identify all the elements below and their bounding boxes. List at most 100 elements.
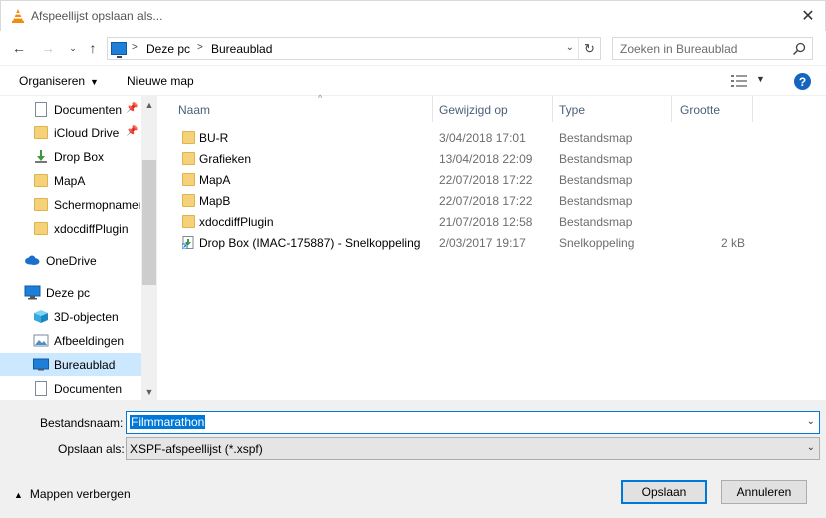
folder-icon bbox=[34, 126, 48, 139]
column-header-label: Grootte bbox=[680, 103, 721, 117]
nav-item-schermopnamen[interactable]: Schermopnamen bbox=[0, 193, 141, 216]
nav-item-drop-box[interactable]: Drop Box bbox=[0, 145, 141, 168]
desktop-icon bbox=[33, 358, 49, 371]
file-type: Bestandsmap bbox=[559, 215, 633, 229]
scrollbar-thumb[interactable] bbox=[142, 160, 156, 285]
pictures-icon bbox=[33, 334, 49, 347]
shortcut-icon bbox=[182, 236, 194, 249]
nav-item-label: Documenten bbox=[54, 103, 123, 117]
nav-item-xdocdiffplugin[interactable]: xdocdiffPlugin bbox=[0, 217, 141, 240]
nav-item-label: xdocdiffPlugin bbox=[54, 222, 129, 236]
column-header-size[interactable]: Grootte bbox=[680, 96, 752, 122]
breadcrumb-desktop[interactable]: Bureaublad bbox=[211, 42, 272, 56]
nav-item-this-pc[interactable]: Deze pc bbox=[0, 281, 141, 304]
column-header-modified[interactable]: Gewijzigd op bbox=[439, 96, 552, 122]
folder-icon bbox=[182, 152, 195, 165]
save-button[interactable]: Opslaan bbox=[621, 480, 707, 504]
nav-item-documents-quick[interactable]: Documenten 📌 bbox=[0, 98, 141, 121]
savetype-label: Opslaan als: bbox=[58, 442, 125, 456]
file-modified: 22/07/2018 17:22 bbox=[439, 194, 533, 208]
nav-scrollbar[interactable]: ▲ ▼ bbox=[141, 96, 157, 400]
filename-input[interactable]: Filmmarathon ⌄ bbox=[126, 411, 820, 434]
file-modified: 21/07/2018 12:58 bbox=[439, 215, 533, 229]
file-name: Grafieken bbox=[199, 152, 252, 166]
refresh-button[interactable]: ↻ bbox=[578, 38, 600, 59]
table-row[interactable]: MapB 22/07/2018 17:22 Bestandsmap bbox=[174, 191, 774, 212]
file-name: MapA bbox=[199, 173, 231, 187]
nav-item-label: Documenten bbox=[54, 382, 123, 396]
arrow-up-icon: ↑ bbox=[89, 40, 97, 56]
recent-locations-button[interactable]: ⌄ bbox=[64, 39, 82, 57]
hide-folders-toggle[interactable]: ▲ Mappen verbergen bbox=[14, 487, 131, 501]
column-header-label: Gewijzigd op bbox=[439, 103, 508, 117]
file-type: Bestandsmap bbox=[559, 173, 633, 187]
file-modified: 3/04/2018 17:01 bbox=[439, 131, 526, 145]
folder-icon bbox=[182, 215, 195, 228]
table-row[interactable]: Grafieken 13/04/2018 22:09 Bestandsmap bbox=[174, 149, 774, 170]
pc-icon bbox=[24, 285, 41, 300]
column-header-name[interactable]: ^ Naam bbox=[178, 93, 432, 122]
savetype-select[interactable]: XSPF-afspeellijst (*.xspf) ⌄ bbox=[126, 437, 820, 460]
dropbox-folder-icon bbox=[35, 150, 47, 163]
help-icon[interactable]: ? bbox=[794, 73, 811, 90]
search-icon bbox=[792, 42, 806, 56]
search-input[interactable]: Zoeken in Bureaublad bbox=[612, 37, 813, 60]
column-header-label: Naam bbox=[178, 103, 211, 117]
pin-icon: 📌 bbox=[126, 126, 139, 137]
scroll-up-icon[interactable]: ▲ bbox=[141, 96, 157, 113]
view-options-dropdown[interactable]: ▼ bbox=[756, 74, 765, 84]
chevron-down-icon: ⌄ bbox=[806, 442, 815, 453]
file-name: Drop Box (IMAC-175887) - Snelkoppeling bbox=[199, 236, 421, 250]
nav-item-desktop[interactable]: Bureaublad bbox=[0, 353, 141, 376]
folder-icon bbox=[34, 198, 48, 211]
address-row: ← → ⌄ ↑ > Deze pc > Bureaublad ⌄ ↻ Zoeke… bbox=[0, 31, 826, 65]
arrow-right-icon: → bbox=[41, 40, 55, 56]
nav-item-label: iCloud Drive bbox=[54, 126, 120, 140]
breadcrumb-separator-icon[interactable]: > bbox=[132, 42, 138, 53]
breadcrumb-separator-icon[interactable]: > bbox=[197, 42, 203, 53]
folder-icon bbox=[34, 174, 48, 187]
search-placeholder: Zoeken in Bureaublad bbox=[620, 42, 738, 56]
table-row[interactable]: xdocdiffPlugin 21/07/2018 12:58 Bestands… bbox=[174, 212, 774, 233]
nav-item-label: OneDrive bbox=[46, 254, 97, 268]
column-divider[interactable] bbox=[432, 96, 433, 122]
file-type: Bestandsmap bbox=[559, 194, 633, 208]
table-row[interactable]: MapA 22/07/2018 17:22 Bestandsmap bbox=[174, 170, 774, 191]
nav-item-label: 3D-objecten bbox=[54, 310, 119, 324]
new-folder-button[interactable]: Nieuwe map bbox=[127, 74, 194, 88]
nav-item-onedrive[interactable]: OneDrive bbox=[0, 249, 141, 272]
nav-item-documents[interactable]: Documenten bbox=[0, 377, 141, 400]
column-divider[interactable] bbox=[552, 96, 553, 122]
chevron-up-icon: ▲ bbox=[14, 490, 23, 500]
nav-item-label: Afbeeldingen bbox=[54, 334, 125, 348]
column-header-type[interactable]: Type bbox=[559, 96, 671, 122]
address-history-dropdown[interactable]: ⌄ bbox=[566, 42, 574, 53]
column-divider[interactable] bbox=[671, 96, 672, 122]
chevron-down-icon[interactable]: ⌄ bbox=[807, 416, 815, 427]
column-divider[interactable] bbox=[752, 96, 753, 122]
view-details-icon[interactable] bbox=[731, 75, 747, 87]
pin-icon: 📌 bbox=[126, 103, 139, 114]
table-row[interactable]: Drop Box (IMAC-175887) - Snelkoppeling 2… bbox=[174, 233, 774, 254]
breadcrumb-this-pc[interactable]: Deze pc bbox=[146, 42, 190, 56]
address-bar[interactable]: > Deze pc > Bureaublad ⌄ ↻ bbox=[107, 37, 601, 60]
forward-button[interactable]: → bbox=[39, 39, 57, 57]
file-type: Snelkoppeling bbox=[559, 236, 635, 250]
nav-item-icloud-drive[interactable]: iCloud Drive 📌 bbox=[0, 121, 141, 144]
close-button[interactable]: ✕ bbox=[791, 1, 825, 31]
cancel-button[interactable]: Annuleren bbox=[721, 480, 807, 504]
nav-item-pictures[interactable]: Afbeeldingen bbox=[0, 329, 141, 352]
table-row[interactable]: BU-R 3/04/2018 17:01 Bestandsmap bbox=[174, 128, 774, 149]
scroll-down-icon[interactable]: ▼ bbox=[141, 383, 157, 400]
up-button[interactable]: ↑ bbox=[84, 39, 102, 57]
back-button[interactable]: ← bbox=[10, 39, 28, 57]
nav-item-3d-objects[interactable]: 3D-objecten bbox=[0, 305, 141, 328]
column-header-label: Type bbox=[559, 103, 586, 117]
documents-icon bbox=[35, 102, 47, 117]
organize-menu[interactable]: Organiseren ▼ bbox=[19, 74, 99, 88]
arrow-left-icon: ← bbox=[12, 40, 26, 56]
title-bar: Afspeellijst opslaan als... ✕ bbox=[0, 0, 826, 31]
nav-item-mapa[interactable]: MapA bbox=[0, 169, 141, 192]
chevron-down-icon: ⌄ bbox=[69, 42, 77, 53]
file-list: ^ Naam Gewijzigd op Type Grootte BU-R 3/… bbox=[157, 93, 826, 400]
